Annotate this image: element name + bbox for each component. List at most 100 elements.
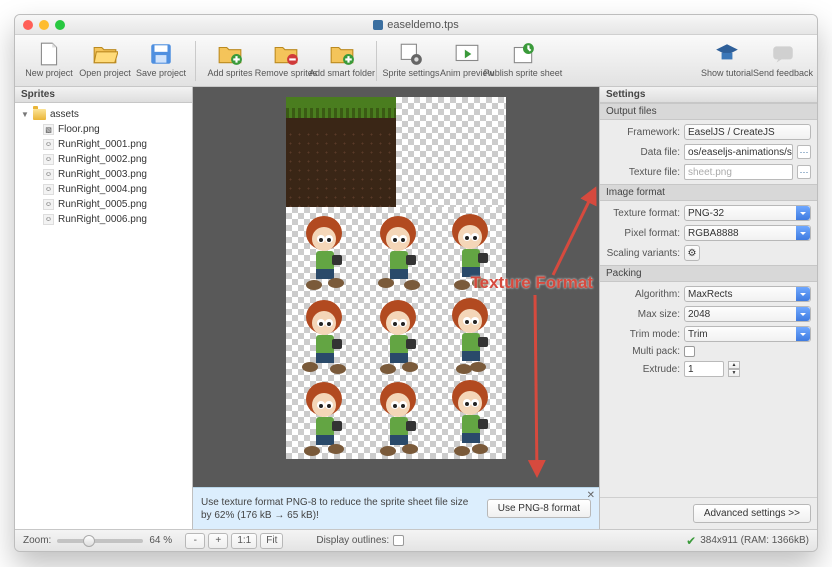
scaling-variants-button[interactable]: ⚙ bbox=[684, 245, 700, 261]
remove-sprites-icon bbox=[273, 41, 299, 67]
close-tip-icon[interactable]: ✕ bbox=[587, 490, 595, 501]
add-sprites-button[interactable]: Add sprites bbox=[202, 39, 258, 78]
runner-sprite bbox=[434, 375, 506, 459]
runner-sprite bbox=[434, 209, 506, 293]
zoom-slider[interactable] bbox=[57, 539, 143, 543]
save-project-button[interactable]: Save project bbox=[133, 39, 189, 78]
framework-label: Framework: bbox=[606, 127, 680, 138]
algorithm-label: Algorithm: bbox=[606, 289, 680, 300]
max-size-select[interactable]: 2048 bbox=[684, 306, 811, 322]
multipack-label: Multi pack: bbox=[606, 346, 680, 357]
sprite-thumb-icon: ☺ bbox=[43, 154, 54, 165]
sprite-thumb-icon: ☺ bbox=[43, 199, 54, 210]
main-toolbar: New project Open project Save project Ad… bbox=[15, 35, 817, 87]
sprite-tree[interactable]: ▼ assets ▧Floor.png ☺RunRight_0001.png ☺… bbox=[15, 103, 192, 529]
use-png8-button[interactable]: Use PNG-8 format bbox=[487, 499, 591, 518]
window-title: easeldemo.tps bbox=[387, 19, 459, 31]
sprite-thumb-icon: ☺ bbox=[43, 139, 54, 150]
folder-label: assets bbox=[50, 109, 79, 120]
preview-canvas[interactable]: Texture Format Use texture format PNG-8 … bbox=[193, 87, 599, 529]
status-ok-icon: ✔ bbox=[686, 534, 696, 548]
tree-item[interactable]: ☺RunRight_0006.png bbox=[15, 212, 192, 227]
tree-item[interactable]: ☺RunRight_0001.png bbox=[15, 137, 192, 152]
sprite-settings-button[interactable]: Sprite settings bbox=[383, 39, 439, 78]
sprite-thumb-icon: ☺ bbox=[43, 214, 54, 225]
advanced-settings-button[interactable]: Advanced settings >> bbox=[693, 504, 811, 523]
framework-select[interactable]: EaselJS / CreateJS bbox=[684, 124, 811, 140]
texture-format-label: Texture format: bbox=[606, 208, 680, 219]
max-size-label: Max size: bbox=[606, 309, 680, 320]
publish-icon bbox=[510, 41, 536, 67]
sprite-thumb-icon: ☺ bbox=[43, 184, 54, 195]
extrude-label: Extrude: bbox=[606, 364, 680, 375]
sprites-panel: Sprites ▼ assets ▧Floor.png ☺RunRight_00… bbox=[15, 87, 193, 529]
data-file-field[interactable]: os/easeljs-animations/sheet.json bbox=[684, 144, 793, 160]
settings-header: Settings bbox=[600, 87, 817, 103]
tree-item[interactable]: ▧Floor.png bbox=[15, 122, 192, 137]
runner-sprite bbox=[434, 293, 506, 377]
anim-preview-icon bbox=[454, 41, 480, 67]
runner-sprite bbox=[362, 209, 434, 293]
tutorial-icon bbox=[714, 41, 740, 67]
tree-folder[interactable]: ▼ assets bbox=[15, 107, 192, 122]
runner-sprite bbox=[288, 293, 360, 377]
add-smart-folder-icon bbox=[329, 41, 355, 67]
display-outlines-checkbox[interactable] bbox=[393, 535, 404, 546]
trim-mode-label: Trim mode: bbox=[606, 329, 680, 340]
status-bar: Zoom: 64 % - + 1:1 Fit Display outlines:… bbox=[15, 529, 817, 551]
open-project-button[interactable]: Open project bbox=[77, 39, 133, 78]
multipack-checkbox[interactable] bbox=[684, 346, 695, 357]
zoom-in-button[interactable]: + bbox=[208, 533, 228, 549]
scaling-variants-label: Scaling variants: bbox=[606, 248, 680, 259]
runner-sprite bbox=[362, 375, 434, 459]
sprites-header: Sprites bbox=[15, 87, 192, 103]
titlebar: easeldemo.tps bbox=[15, 15, 817, 35]
runner-sprite bbox=[288, 375, 360, 459]
show-tutorial-button[interactable]: Show tutorial bbox=[699, 39, 755, 78]
remove-sprites-button[interactable]: Remove sprites bbox=[258, 39, 314, 78]
zoom-fit-button[interactable]: Fit bbox=[260, 533, 283, 549]
trim-mode-select[interactable]: Trim bbox=[684, 326, 811, 342]
extrude-stepper[interactable]: ▲▼ bbox=[728, 361, 740, 377]
sprite-thumb-icon: ▧ bbox=[43, 124, 54, 135]
sprite-sheet-preview bbox=[286, 97, 506, 459]
extrude-field[interactable]: 1 bbox=[684, 361, 724, 377]
zoom-out-button[interactable]: - bbox=[185, 533, 205, 549]
zoom-1to1-button[interactable]: 1:1 bbox=[231, 533, 257, 549]
tree-item[interactable]: ☺RunRight_0003.png bbox=[15, 167, 192, 182]
runner-sprite bbox=[362, 293, 434, 377]
save-project-icon bbox=[148, 41, 174, 67]
add-smart-folder-button[interactable]: Add smart folder bbox=[314, 39, 370, 78]
image-format-section: Image format bbox=[600, 184, 817, 201]
app-icon bbox=[373, 20, 383, 30]
tree-item[interactable]: ☺RunRight_0004.png bbox=[15, 182, 192, 197]
feedback-icon bbox=[770, 41, 796, 67]
runner-sprite bbox=[288, 209, 360, 293]
new-project-button[interactable]: New project bbox=[21, 39, 77, 78]
new-project-icon bbox=[36, 41, 62, 67]
texture-file-label: Texture file: bbox=[606, 167, 680, 178]
publish-button[interactable]: Publish sprite sheet bbox=[495, 39, 551, 78]
settings-panel: Settings Output files Framework: EaselJS… bbox=[599, 87, 817, 529]
annotation-arrow-icon bbox=[503, 179, 599, 289]
folder-icon bbox=[33, 109, 46, 120]
texture-file-field: sheet.png bbox=[684, 164, 793, 180]
tip-bar: Use texture format PNG-8 to reduce the s… bbox=[193, 487, 599, 529]
display-outlines-label: Display outlines: bbox=[316, 535, 389, 546]
algorithm-select[interactable]: MaxRects bbox=[684, 286, 811, 302]
sprite-thumb-icon: ☺ bbox=[43, 169, 54, 180]
send-feedback-button[interactable]: Send feedback bbox=[755, 39, 811, 78]
add-sprites-icon bbox=[217, 41, 243, 67]
tree-item[interactable]: ☺RunRight_0002.png bbox=[15, 152, 192, 167]
pixel-format-label: Pixel format: bbox=[606, 228, 680, 239]
packing-section: Packing bbox=[600, 265, 817, 282]
tree-item[interactable]: ☺RunRight_0005.png bbox=[15, 197, 192, 212]
disclosure-icon[interactable]: ▼ bbox=[21, 110, 29, 119]
texture-format-select[interactable]: PNG-32 bbox=[684, 205, 811, 221]
pixel-format-select[interactable]: RGBA8888 bbox=[684, 225, 811, 241]
data-file-label: Data file: bbox=[606, 147, 680, 158]
sheet-dimensions: 384x911 (RAM: 1366kB) bbox=[700, 535, 809, 546]
browse-texture-file-icon[interactable]: ⋯ bbox=[797, 165, 811, 179]
browse-data-file-icon[interactable]: ⋯ bbox=[797, 145, 811, 159]
open-project-icon bbox=[92, 41, 118, 67]
